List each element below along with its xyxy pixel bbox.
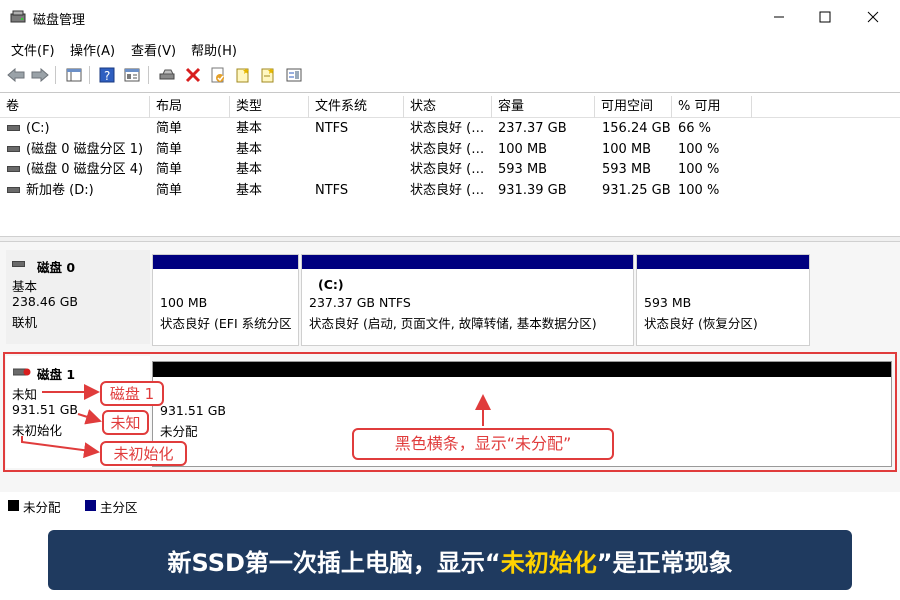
legend-label-unallocated: 未分配 [23, 500, 61, 515]
disk-management-window: 磁盘管理 文件(F) 操作(A) 查看(V) 帮助(H) ? 卷 布局 类型 文… [0, 0, 900, 600]
legend-label-primary: 主分区 [100, 500, 138, 515]
legend: 未分配 主分区 [0, 494, 900, 516]
legend-swatch-unallocated [8, 500, 19, 511]
banner-highlight: 未初始化 [500, 548, 597, 577]
callout-unknown: 未知 [102, 410, 149, 435]
callout-disk1: 磁盘 1 [100, 381, 164, 406]
banner-text-pre: 新SSD第一次插上电脑，显示“ [167, 548, 501, 577]
callout-uninitialized: 未初始化 [100, 441, 187, 466]
caption-banner: 新SSD第一次插上电脑，显示“ 未初始化 ”是正常现象 [48, 530, 852, 590]
legend-swatch-primary [85, 500, 96, 511]
callout-unallocated-bar: 黑色横条，显示“未分配” [352, 428, 614, 460]
banner-text-post: ”是正常现象 [596, 548, 733, 577]
